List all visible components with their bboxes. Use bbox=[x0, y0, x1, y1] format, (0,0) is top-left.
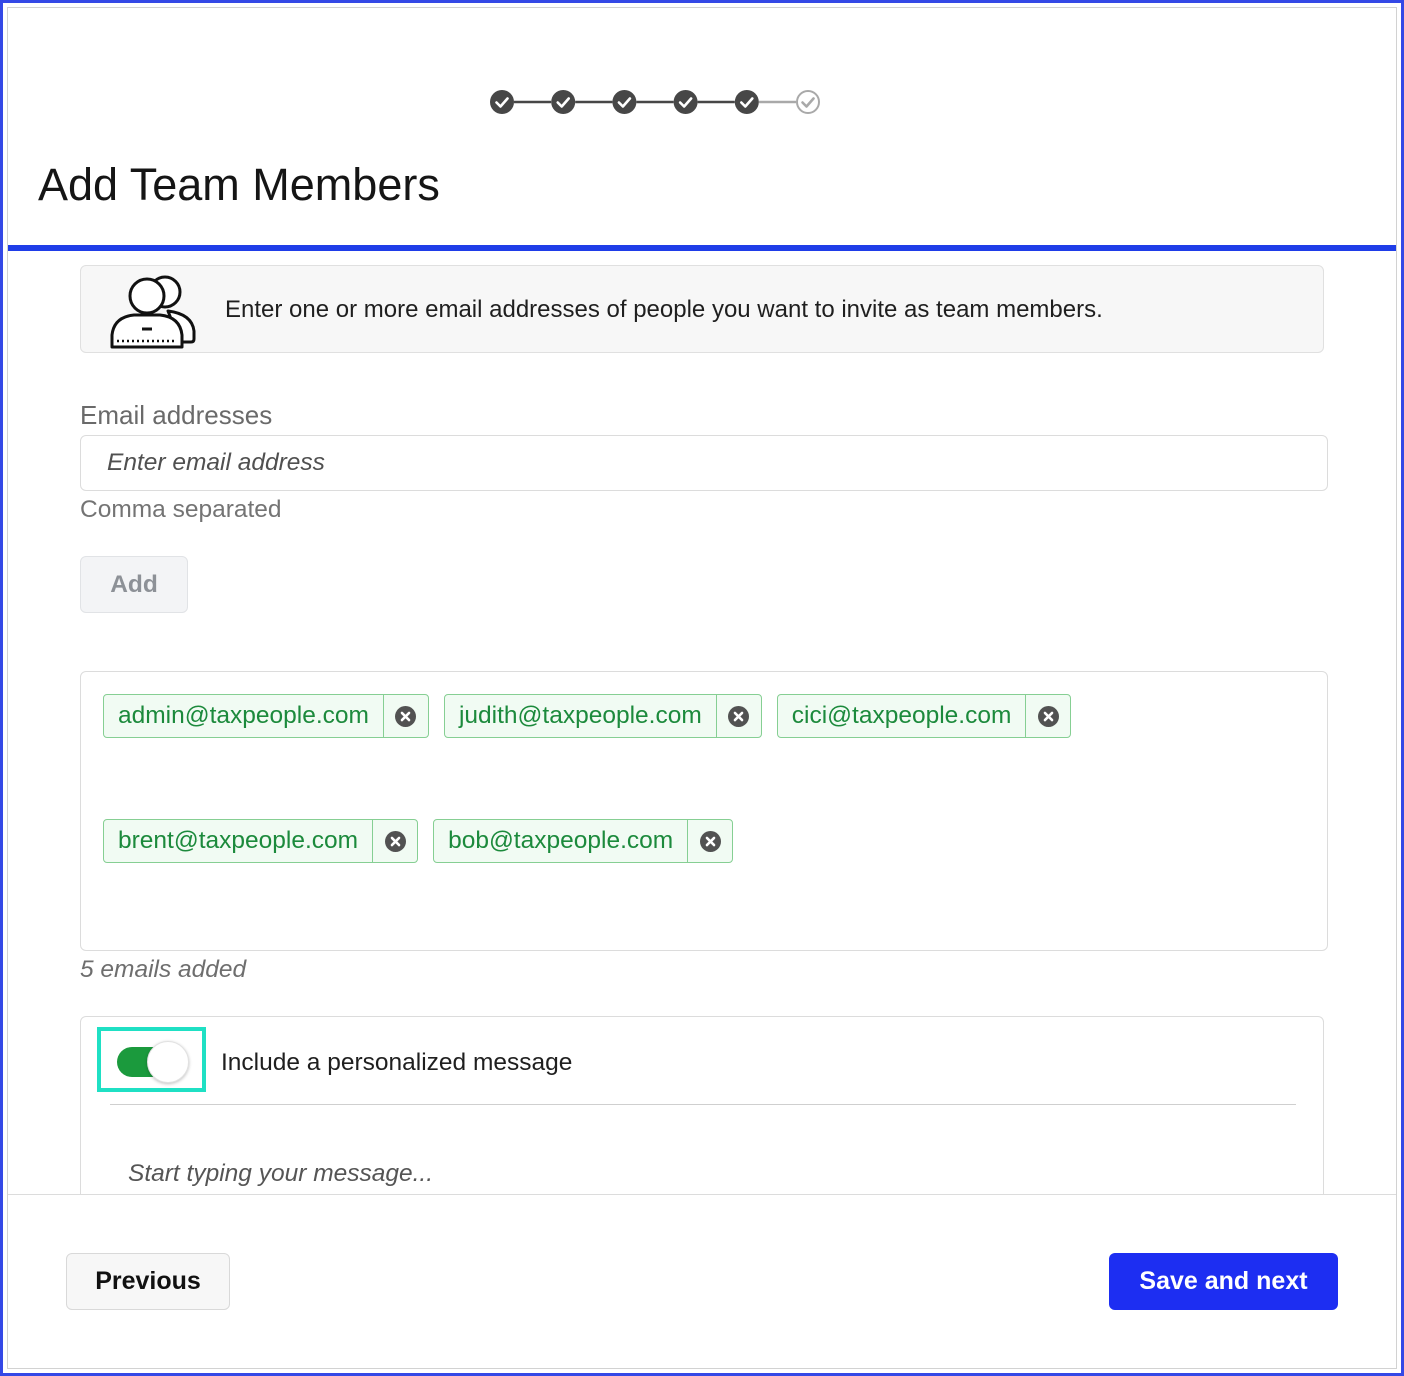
close-circle-icon bbox=[699, 830, 721, 852]
step-complete-icon bbox=[490, 90, 514, 114]
personalized-message-label: Include a personalized message bbox=[221, 1049, 573, 1076]
close-circle-icon bbox=[395, 705, 417, 727]
personalized-message-panel: Include a personalized message bbox=[80, 1016, 1324, 1194]
email-chip-list: admin@taxpeople.com judith@taxpeople.com c… bbox=[80, 671, 1328, 951]
remove-email-button[interactable] bbox=[382, 695, 428, 737]
step-complete-icon bbox=[673, 90, 698, 114]
previous-button[interactable]: Previous bbox=[66, 1253, 230, 1310]
toggle-knob bbox=[147, 1041, 189, 1083]
email-field-label: Email addresses bbox=[80, 400, 273, 430]
team-members-icon bbox=[110, 275, 196, 349]
personalized-message-toggle[interactable] bbox=[117, 1040, 191, 1084]
email-chip: admin@taxpeople.com bbox=[103, 694, 429, 738]
close-circle-icon bbox=[728, 705, 750, 727]
email-chip-label: admin@taxpeople.com bbox=[118, 702, 369, 729]
info-banner: Enter one or more email addresses of peo… bbox=[80, 265, 1324, 353]
email-chip-label: judith@taxpeople.com bbox=[458, 702, 702, 729]
remove-email-button[interactable] bbox=[687, 820, 732, 862]
email-chip-label: bob@taxpeople.com bbox=[448, 827, 674, 854]
page-title: Add Team Members bbox=[38, 159, 440, 210]
close-circle-icon bbox=[1037, 705, 1059, 727]
step-complete-icon bbox=[734, 90, 759, 114]
email-field-hint: Comma separated bbox=[80, 496, 282, 523]
emails-count: 5 emails added bbox=[80, 956, 247, 983]
remove-email-button[interactable] bbox=[1025, 695, 1070, 737]
email-chip-label: brent@taxpeople.com bbox=[118, 827, 359, 854]
email-input[interactable] bbox=[80, 435, 1328, 491]
step-complete-icon bbox=[551, 90, 576, 114]
step-complete-icon bbox=[612, 90, 637, 114]
remove-email-button[interactable] bbox=[715, 695, 761, 737]
email-chip: cici@taxpeople.com bbox=[776, 694, 1072, 738]
message-textarea[interactable] bbox=[110, 1159, 1296, 1194]
remove-email-button[interactable] bbox=[372, 820, 417, 862]
progress-stepper bbox=[490, 90, 820, 114]
add-button[interactable]: Add bbox=[80, 556, 188, 613]
email-chip: judith@taxpeople.com bbox=[443, 694, 762, 738]
email-chip: brent@taxpeople.com bbox=[103, 819, 419, 863]
save-and-next-button[interactable]: Save and next bbox=[1109, 1253, 1338, 1310]
message-divider bbox=[110, 1104, 1296, 1105]
email-chip-label: cici@taxpeople.com bbox=[791, 702, 1012, 729]
footer: Previous Save and next bbox=[8, 1194, 1396, 1368]
info-text: Enter one or more email addresses of peo… bbox=[225, 296, 1103, 323]
step-pending-icon bbox=[796, 90, 820, 114]
close-circle-icon bbox=[384, 830, 406, 852]
main-content: Enter one or more email addresses of peo… bbox=[8, 251, 1396, 1194]
email-chip: bob@taxpeople.com bbox=[433, 819, 734, 863]
